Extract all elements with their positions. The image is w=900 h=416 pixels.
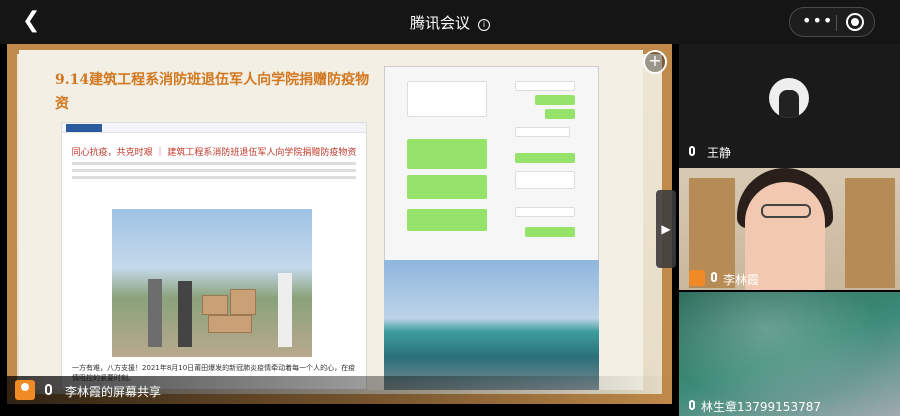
- donation-photo: [112, 209, 312, 357]
- bookshelf: [845, 178, 895, 288]
- person-figure: [148, 279, 162, 347]
- chat-bubble: [515, 171, 575, 189]
- supply-box: [230, 289, 256, 315]
- slide-title: 9.14建筑工程系消防班退伍军人向学院捐赠防疫物资: [55, 72, 370, 112]
- group-photo: [384, 260, 599, 390]
- participant-tile[interactable]: 王静: [679, 44, 900, 168]
- top-actions: •••: [789, 7, 875, 37]
- muted-microphone-icon: [689, 146, 695, 156]
- glasses: [761, 204, 811, 218]
- article-header: [62, 123, 366, 133]
- chat-bubble: [515, 81, 575, 91]
- article-tag: [66, 124, 102, 132]
- zoom-in-icon[interactable]: +: [643, 50, 667, 74]
- collapse-video-panel-button[interactable]: ▶: [656, 190, 676, 268]
- chat-bubble: [515, 153, 575, 163]
- person-figure: [178, 281, 192, 347]
- article-text-line: [72, 169, 356, 172]
- participant-tile[interactable]: 李林霞: [679, 168, 900, 290]
- share-status-bar: 李林霞的屏幕共享: [7, 376, 672, 404]
- chat-bubble: [515, 127, 570, 137]
- chat-bubble: [407, 209, 487, 231]
- chat-bubble: [535, 95, 575, 105]
- meeting-title-wrap: 腾讯会议 i: [0, 12, 900, 33]
- record-icon[interactable]: [846, 13, 864, 31]
- news-article: 同心抗疫，共克时艰 ｜ 建筑工程系消防班退伍军人向学院捐赠防疫物资 一方有难，八…: [61, 122, 367, 390]
- microphone-icon: [45, 384, 52, 395]
- more-icon[interactable]: •••: [802, 11, 833, 30]
- supply-box: [202, 295, 228, 315]
- article-text-line: [72, 162, 356, 165]
- supply-box: [208, 315, 252, 333]
- avatar: [769, 78, 809, 118]
- meeting-title: 腾讯会议: [409, 14, 470, 32]
- sharer-avatar: [15, 380, 35, 400]
- article-title: 同心抗疫，共克时艰 ｜ 建筑工程系消防班退伍军人向学院捐赠防疫物资: [71, 148, 357, 158]
- chat-screenshot: [384, 66, 599, 262]
- chat-bubble: [515, 207, 575, 217]
- divider: [836, 15, 837, 31]
- participant-tile[interactable]: 林生章13799153787: [679, 292, 900, 416]
- article-text-line: [72, 176, 356, 179]
- microphone-icon: [711, 272, 717, 282]
- participant-name: 李林霞: [723, 273, 760, 287]
- chat-bubble: [407, 81, 487, 117]
- participant-name: 林生章13799153787: [701, 400, 821, 414]
- chat-bubble: [545, 109, 575, 119]
- chat-bubble: [407, 175, 487, 199]
- screen-share-area[interactable]: 9.14建筑工程系消防班退伍军人向学院捐赠防疫物资 同心抗疫，共克时艰 ｜ 建筑…: [7, 44, 672, 404]
- chat-bubble: [525, 227, 575, 237]
- chat-bubble: [407, 139, 487, 169]
- participant-name: 王静: [707, 146, 732, 160]
- info-icon[interactable]: i: [478, 19, 490, 31]
- share-label: 李林霞的屏幕共享: [65, 385, 162, 399]
- person-figure: [278, 273, 292, 347]
- shared-slide: 9.14建筑工程系消防班退伍军人向学院捐赠防疫物资 同心抗疫，共克时艰 ｜ 建筑…: [19, 50, 643, 390]
- microphone-icon: [689, 400, 695, 410]
- top-bar: ❮ 腾讯会议 i •••: [0, 0, 900, 44]
- participant-avatar: [689, 270, 705, 286]
